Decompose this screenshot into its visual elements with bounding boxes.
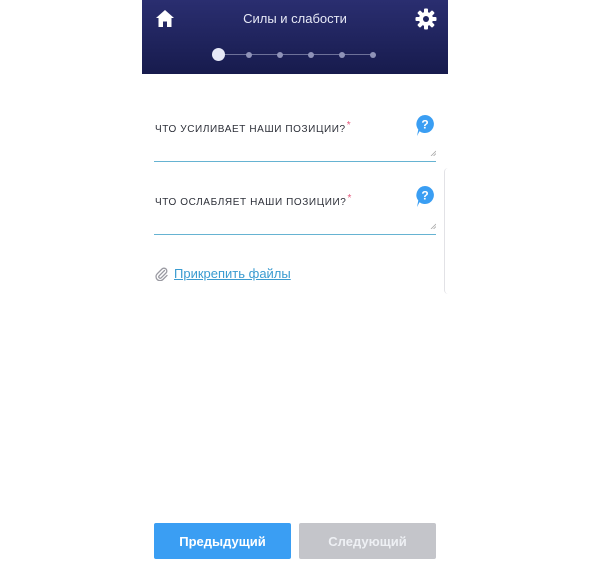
step-connector — [280, 54, 311, 55]
strengths-label: ЧТО УСИЛИВАЕТ НАШИ ПОЗИЦИИ?* — [155, 120, 352, 135]
step-dot-active — [211, 48, 225, 61]
svg-text:?: ? — [421, 189, 428, 203]
step-dot — [277, 51, 283, 58]
gear-icon[interactable] — [414, 7, 438, 31]
paperclip-icon — [155, 267, 168, 281]
strengths-input[interactable] — [154, 141, 436, 162]
weaknesses-input[interactable] — [154, 214, 436, 235]
help-icon[interactable]: ? — [415, 185, 435, 209]
side-panel-edge — [444, 168, 449, 294]
step-connector — [249, 54, 280, 55]
step-dot — [246, 51, 252, 58]
svg-text:?: ? — [421, 118, 428, 132]
progress-stepper — [210, 47, 380, 63]
help-icon[interactable]: ? — [415, 114, 435, 138]
attach-files-label: Прикрепить файлы — [174, 266, 291, 281]
weaknesses-label: ЧТО ОСЛАБЛЯЕТ НАШИ ПОЗИЦИИ?* — [155, 193, 352, 208]
next-button[interactable]: Следующий — [299, 523, 436, 559]
required-mark: * — [346, 120, 352, 131]
previous-button[interactable]: Предыдущий — [154, 523, 291, 559]
step-dot — [339, 51, 345, 58]
step-dot — [308, 51, 314, 58]
step-connector — [311, 54, 342, 55]
resize-grip-icon[interactable] — [430, 150, 436, 156]
resize-grip-icon[interactable] — [430, 223, 436, 229]
step-connector — [342, 54, 373, 55]
app-screen: Силы и слабости ЧТО УСИЛИВАЕТ НАШИ ПОЗИЦ… — [142, 0, 448, 567]
app-header: Силы и слабости — [142, 0, 448, 74]
page-title: Силы и слабости — [243, 11, 347, 26]
required-mark: * — [347, 193, 352, 204]
step-dot — [370, 51, 376, 58]
